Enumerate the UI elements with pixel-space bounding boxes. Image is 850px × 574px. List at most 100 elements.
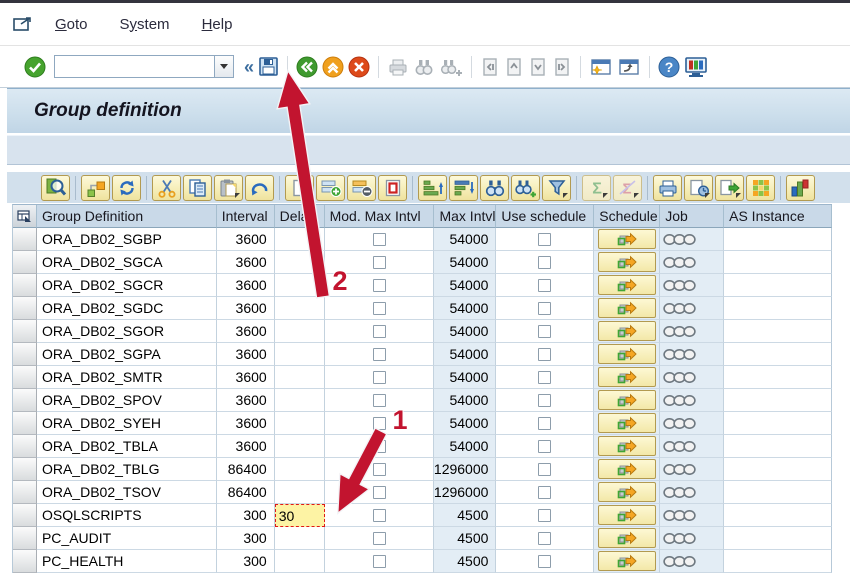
use-schedule-checkbox[interactable] [538, 302, 551, 315]
chain-links-icon[interactable] [663, 417, 699, 430]
max-intvl-cell[interactable]: 4500 [434, 504, 496, 527]
interval-cell[interactable]: 86400 [217, 458, 275, 481]
max-intvl-cell[interactable]: 54000 [434, 274, 496, 297]
as-instance-cell[interactable] [724, 527, 832, 550]
use-schedule-checkbox[interactable] [538, 463, 551, 476]
back-icon[interactable] [296, 54, 318, 80]
schedule-button[interactable] [598, 482, 656, 502]
row-selector[interactable] [13, 412, 37, 435]
max-intvl-cell[interactable]: 4500 [434, 527, 496, 550]
mod-max-intvl-checkbox[interactable] [373, 371, 386, 384]
max-intvl-cell[interactable]: 54000 [434, 228, 496, 251]
collapse-toolbar-icon[interactable]: « [244, 54, 254, 80]
enter-icon[interactable] [24, 54, 46, 80]
assign-icon[interactable] [81, 175, 110, 201]
delay-cell[interactable] [275, 389, 325, 412]
help-icon[interactable]: ? [658, 54, 680, 80]
row-selector[interactable] [13, 366, 37, 389]
insert-line-icon[interactable] [285, 175, 314, 201]
group-cell[interactable]: ORA_DB02_SGBP [37, 228, 217, 251]
mod-max-intvl-checkbox[interactable] [373, 233, 386, 246]
command-dropdown-button[interactable] [214, 55, 234, 78]
group-cell[interactable]: ORA_DB02_SGCR [37, 274, 217, 297]
delay-cell[interactable] [275, 228, 325, 251]
delay-cell[interactable] [275, 412, 325, 435]
column-header-use-schedule[interactable]: Use schedule [496, 205, 594, 228]
interval-cell[interactable]: 3600 [217, 274, 275, 297]
delay-cell[interactable] [275, 527, 325, 550]
group-cell[interactable]: PC_HEALTH [37, 550, 217, 573]
new-session-icon[interactable] [589, 54, 613, 80]
use-schedule-checkbox[interactable] [538, 348, 551, 361]
as-instance-cell[interactable] [724, 435, 832, 458]
column-header-max-intvl[interactable]: Max Intvl [434, 205, 496, 228]
group-cell[interactable]: PC_AUDIT [37, 527, 217, 550]
chain-links-icon[interactable] [663, 348, 699, 361]
schedule-button[interactable] [598, 413, 656, 433]
schedule-button[interactable] [598, 459, 656, 479]
group-cell[interactable]: ORA_DB02_TBLA [37, 435, 217, 458]
row-selector[interactable] [13, 274, 37, 297]
mod-max-intvl-checkbox[interactable] [373, 509, 386, 522]
as-instance-cell[interactable] [724, 550, 832, 573]
as-instance-cell[interactable] [724, 504, 832, 527]
delay-cell[interactable] [275, 458, 325, 481]
mod-max-intvl-checkbox[interactable] [373, 486, 386, 499]
row-selector[interactable] [13, 251, 37, 274]
sap-screen-icon[interactable] [13, 16, 33, 32]
interval-cell[interactable]: 86400 [217, 481, 275, 504]
use-schedule-checkbox[interactable] [538, 279, 551, 292]
insert-row-icon[interactable] [316, 175, 345, 201]
group-cell[interactable]: ORA_DB02_SGCA [37, 251, 217, 274]
delay-cell[interactable] [275, 274, 325, 297]
as-instance-cell[interactable] [724, 366, 832, 389]
use-schedule-checkbox[interactable] [538, 256, 551, 269]
sort-ascending-icon[interactable] [418, 175, 447, 201]
column-header-mod-max-intvl[interactable]: Mod. Max Intvl [325, 205, 435, 228]
export-icon[interactable] [715, 175, 744, 201]
delay-cell[interactable] [275, 366, 325, 389]
interval-cell[interactable]: 3600 [217, 297, 275, 320]
copy-icon[interactable] [183, 175, 212, 201]
interval-cell[interactable]: 3600 [217, 389, 275, 412]
schedule-button[interactable] [598, 551, 656, 571]
customize-layout-icon[interactable] [684, 54, 708, 80]
column-header-job[interactable]: Job [660, 205, 724, 228]
max-intvl-cell[interactable]: 54000 [434, 343, 496, 366]
as-instance-cell[interactable] [724, 297, 832, 320]
use-schedule-checkbox[interactable] [538, 233, 551, 246]
cut-icon[interactable] [152, 175, 181, 201]
chain-links-icon[interactable] [663, 371, 699, 384]
menu-goto[interactable]: Goto [55, 16, 88, 33]
delay-cell[interactable] [275, 297, 325, 320]
interval-cell[interactable]: 3600 [217, 251, 275, 274]
column-header-as-instance[interactable]: AS Instance [724, 205, 832, 228]
refresh-icon[interactable] [112, 175, 141, 201]
sort-descending-icon[interactable] [449, 175, 478, 201]
mod-max-intvl-checkbox[interactable] [373, 463, 386, 476]
find-icon[interactable] [480, 175, 509, 201]
table-settings-icon[interactable] [746, 175, 775, 201]
mod-max-intvl-checkbox[interactable] [373, 348, 386, 361]
use-schedule-checkbox[interactable] [538, 532, 551, 545]
use-schedule-checkbox[interactable] [538, 417, 551, 430]
menu-help[interactable]: Help [202, 16, 233, 33]
cancel-icon[interactable] [348, 54, 370, 80]
interval-cell[interactable]: 3600 [217, 343, 275, 366]
group-cell[interactable]: ORA_DB02_SMTR [37, 366, 217, 389]
copy-row-icon[interactable] [378, 175, 407, 201]
create-shortcut-icon[interactable] [617, 54, 641, 80]
row-selector[interactable] [13, 435, 37, 458]
undo-icon[interactable] [245, 175, 274, 201]
mod-max-intvl-checkbox[interactable] [373, 555, 386, 568]
delay-cell[interactable] [275, 251, 325, 274]
interval-cell[interactable]: 3600 [217, 228, 275, 251]
schedule-button[interactable] [598, 344, 656, 364]
paste-icon[interactable] [214, 175, 243, 201]
max-intvl-cell[interactable]: 1296000 [434, 458, 496, 481]
as-instance-cell[interactable] [724, 389, 832, 412]
delay-cell[interactable] [275, 550, 325, 573]
schedule-button[interactable] [598, 367, 656, 387]
delay-cell[interactable] [275, 481, 325, 504]
mod-max-intvl-checkbox[interactable] [373, 325, 386, 338]
